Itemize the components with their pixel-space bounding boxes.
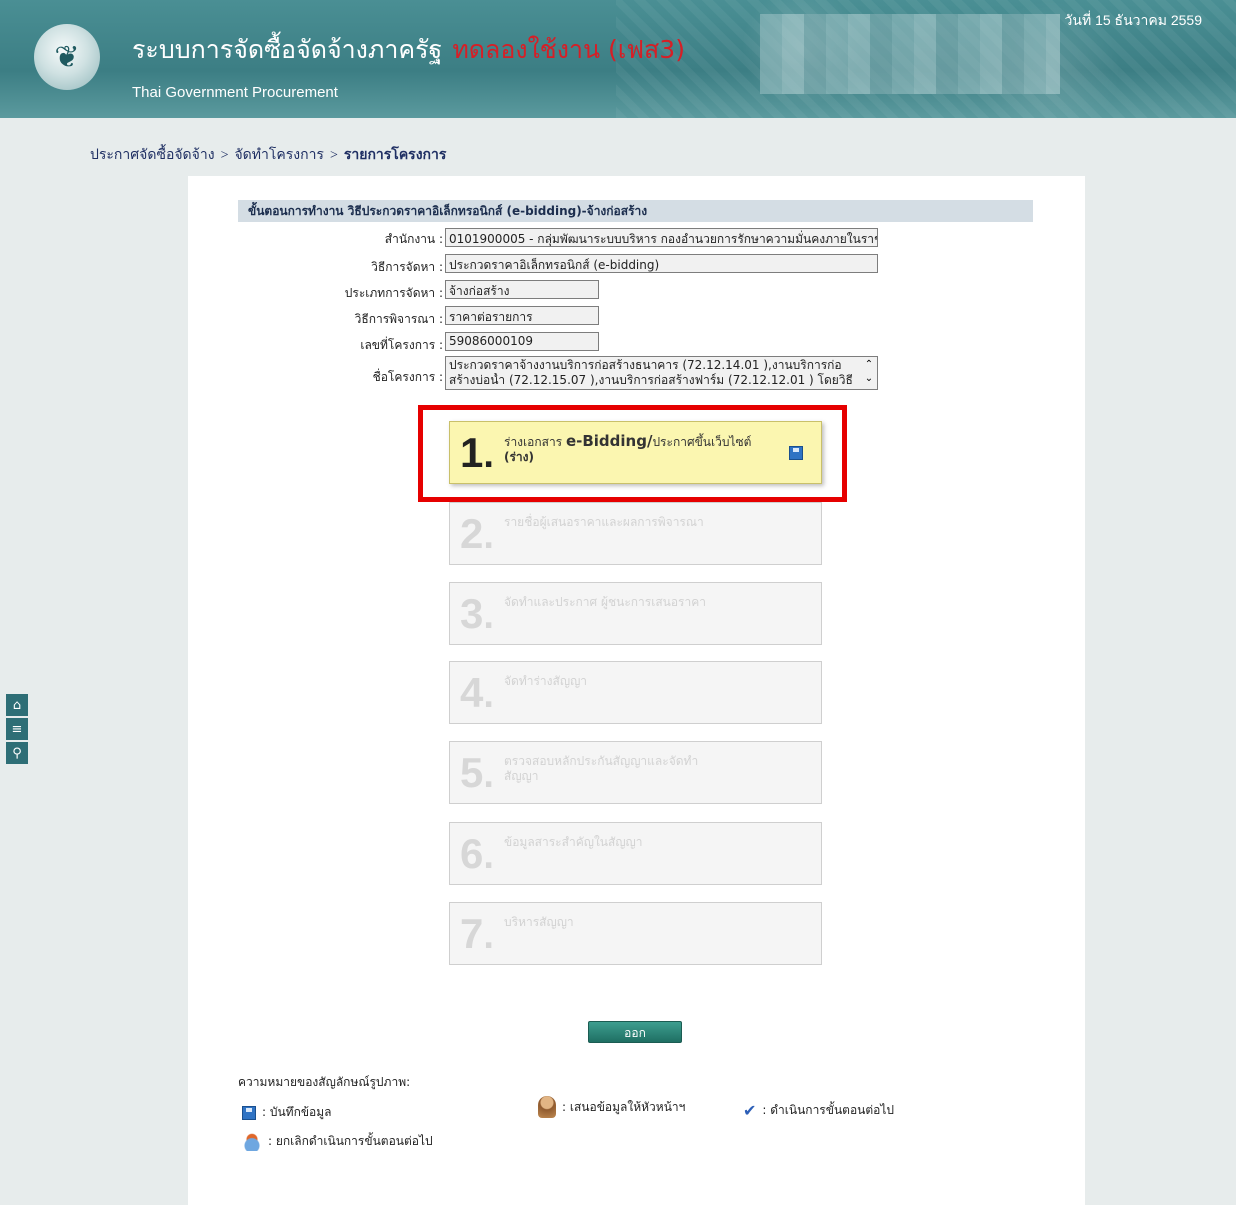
step-number-digit: 6 xyxy=(460,830,484,877)
step-label: ตรวจสอบหลักประกันสัญญาและจัดทำสัญญา xyxy=(504,754,699,783)
legend-cancel-text: : ยกเลิกดำเนินการขั้นตอนต่อไป xyxy=(268,1134,433,1148)
step-number-digit: 4 xyxy=(460,669,484,716)
step-label: รายชื่อผู้เสนอราคาและผลการพิจารณา xyxy=(504,515,704,529)
scroll-up-icon[interactable]: ⌃ xyxy=(863,358,875,372)
legend-submit-head-text: : เสนอข้อมูลให้หัวหน้าฯ xyxy=(562,1099,686,1114)
project-name-textarea[interactable]: ประกวดราคาจ้างงานบริการก่อสร้างธนาคาร (7… xyxy=(445,356,878,390)
site-header: ❦ ระบบการจัดซื้อจัดจ้างภาครัฐ ทดลองใช้งาน… xyxy=(0,0,1236,118)
agency-field[interactable]: 0101900005 - กลุ่มพัฒนาระบบบริหาร กองอำน… xyxy=(445,228,878,247)
home-icon[interactable]: ⌂ xyxy=(6,694,28,716)
floating-toolbar: ⌂ ≡ ⚲ xyxy=(6,694,28,764)
step-6-contract-essentials: 6. ข้อมูลสาระสำคัญในสัญญา xyxy=(449,822,822,885)
step-number-dot: . xyxy=(483,515,494,557)
step-number-digit: 3 xyxy=(460,590,484,637)
textarea-scrollbar[interactable]: ⌃ ⌄ xyxy=(863,358,875,386)
legend-cancel: : ยกเลิกดำเนินการขั้นตอนต่อไป xyxy=(242,1132,433,1151)
header-blurred-banner xyxy=(760,14,1060,94)
step-label: จัดทำและประกาศ ผู้ชนะการเสนอราคา xyxy=(504,595,707,609)
person-icon xyxy=(538,1096,556,1118)
consider-field[interactable]: ราคาต่อรายการ xyxy=(445,306,599,325)
step-label: บริหารสัญญา xyxy=(504,915,574,929)
comptroller-logo: ❦ xyxy=(34,24,100,90)
checkmark-icon: ✔ xyxy=(743,1101,757,1120)
current-date: วันที่ 15 ธันวาคม 2559 xyxy=(1064,12,1202,28)
step-number-digit: 2 xyxy=(460,510,484,557)
legend-proceed-text: : ดำเนินการขั้นตอนต่อไป xyxy=(762,1103,895,1117)
garuda-icon: ❦ xyxy=(54,39,80,75)
step-4-draft-contract: 4. จัดทำร่างสัญญา xyxy=(449,661,822,724)
legend-save-text: : บันทึกข้อมูล xyxy=(262,1105,332,1119)
site-title-english: Thai Government Procurement xyxy=(132,84,338,101)
step-number: 2. xyxy=(460,511,494,559)
legend-save: : บันทึกข้อมูล xyxy=(242,1103,332,1122)
method-label: วิธีการจัดหา : xyxy=(371,260,443,274)
legend-proceed: ✔ : ดำเนินการขั้นตอนต่อไป xyxy=(743,1101,894,1120)
step-3-announce-winner: 3. จัดทำและประกาศ ผู้ชนะการเสนอราคา xyxy=(449,582,822,645)
main-panel: ขั้นตอนการทำงาน วิธีประกวดราคาอิเล็กทรอน… xyxy=(188,176,1085,1205)
breadcrumb-item-project-prep[interactable]: จัดทำโครงการ xyxy=(234,148,323,163)
step-number-dot: . xyxy=(483,915,494,957)
agency-label: สำนักงาน : xyxy=(384,232,443,246)
method-field[interactable]: ประกวดราคาอิเล็กทรอนิกส์ (e-bidding) xyxy=(445,254,878,273)
step-number-dot: . xyxy=(483,595,494,637)
site-title-thai: ระบบการจัดซื้อจัดจ้างภาครัฐ xyxy=(132,35,443,64)
project-no-label: เลขที่โครงการ : xyxy=(360,338,443,352)
project-name-label: ชื่อโครงการ : xyxy=(372,370,443,384)
type-field[interactable]: จ้างก่อสร้าง xyxy=(445,280,599,299)
step-number-dot: . xyxy=(483,754,494,796)
scroll-down-icon[interactable]: ⌄ xyxy=(863,372,875,386)
legend-title: ความหมายของสัญลักษณ์รูปภาพ: xyxy=(238,1075,411,1089)
exit-button[interactable]: ออก xyxy=(588,1021,682,1043)
cancel-cone-icon xyxy=(242,1132,262,1151)
breadcrumb: ประกาศจัดซื้อจัดจ้าง > จัดทำโครงการ > รายการ… xyxy=(90,144,446,166)
step-number-dot: . xyxy=(483,835,494,877)
breadcrumb-separator: > xyxy=(329,148,338,163)
project-no-field[interactable]: 59086000109 xyxy=(445,332,599,351)
step-number: 6. xyxy=(460,831,494,879)
step-number-digit: 7 xyxy=(460,910,484,957)
project-name-line-1: ประกวดราคาจ้างงานบริการก่อสร้างธนาคาร (7… xyxy=(449,358,842,372)
site-title: ระบบการจัดซื้อจัดจ้างภาครัฐ ทดลองใช้งาน (… xyxy=(132,30,685,70)
workflow-heading: ขั้นตอนการทำงาน วิธีประกวดราคาอิเล็กทรอน… xyxy=(238,200,1033,222)
step-2-bidders-results: 2. รายชื่อผู้เสนอราคาและผลการพิจารณา xyxy=(449,502,822,565)
step-number: 3. xyxy=(460,591,494,639)
highlight-box xyxy=(418,405,847,502)
step-number: 4. xyxy=(460,670,494,718)
step-label: จัดทำร่างสัญญา xyxy=(504,674,588,688)
step-number-dot: . xyxy=(483,674,494,716)
legend-submit-head: : เสนอข้อมูลให้หัวหน้าฯ xyxy=(538,1096,685,1118)
step-label: ข้อมูลสาระสำคัญในสัญญา xyxy=(504,835,643,849)
type-label: ประเภทการจัดหา : xyxy=(344,286,443,300)
step-5-check-guarantee: 5. ตรวจสอบหลักประกันสัญญาและจัดทำสัญญา xyxy=(449,741,822,804)
save-icon xyxy=(242,1105,256,1120)
step-number: 7. xyxy=(460,911,494,959)
step-7-contract-management: 7. บริหารสัญญา xyxy=(449,902,822,965)
project-name-line-2: สร้างบ่อน้ำ (72.12.15.07 ),งานบริการก่อส… xyxy=(449,373,853,387)
trial-phase-label: ทดลองใช้งาน (เฟส3) xyxy=(452,35,685,64)
breadcrumb-separator: > xyxy=(220,148,229,163)
step-number: 5. xyxy=(460,750,494,798)
menu-icon[interactable]: ≡ xyxy=(6,718,28,740)
search-icon[interactable]: ⚲ xyxy=(6,742,28,764)
breadcrumb-item-project-list: รายการโครงการ xyxy=(343,148,447,163)
consider-label: วิธีการพิจารณา : xyxy=(354,312,443,326)
step-number-digit: 5 xyxy=(460,749,484,796)
breadcrumb-item-announcement[interactable]: ประกาศจัดซื้อจัดจ้าง xyxy=(90,148,215,163)
